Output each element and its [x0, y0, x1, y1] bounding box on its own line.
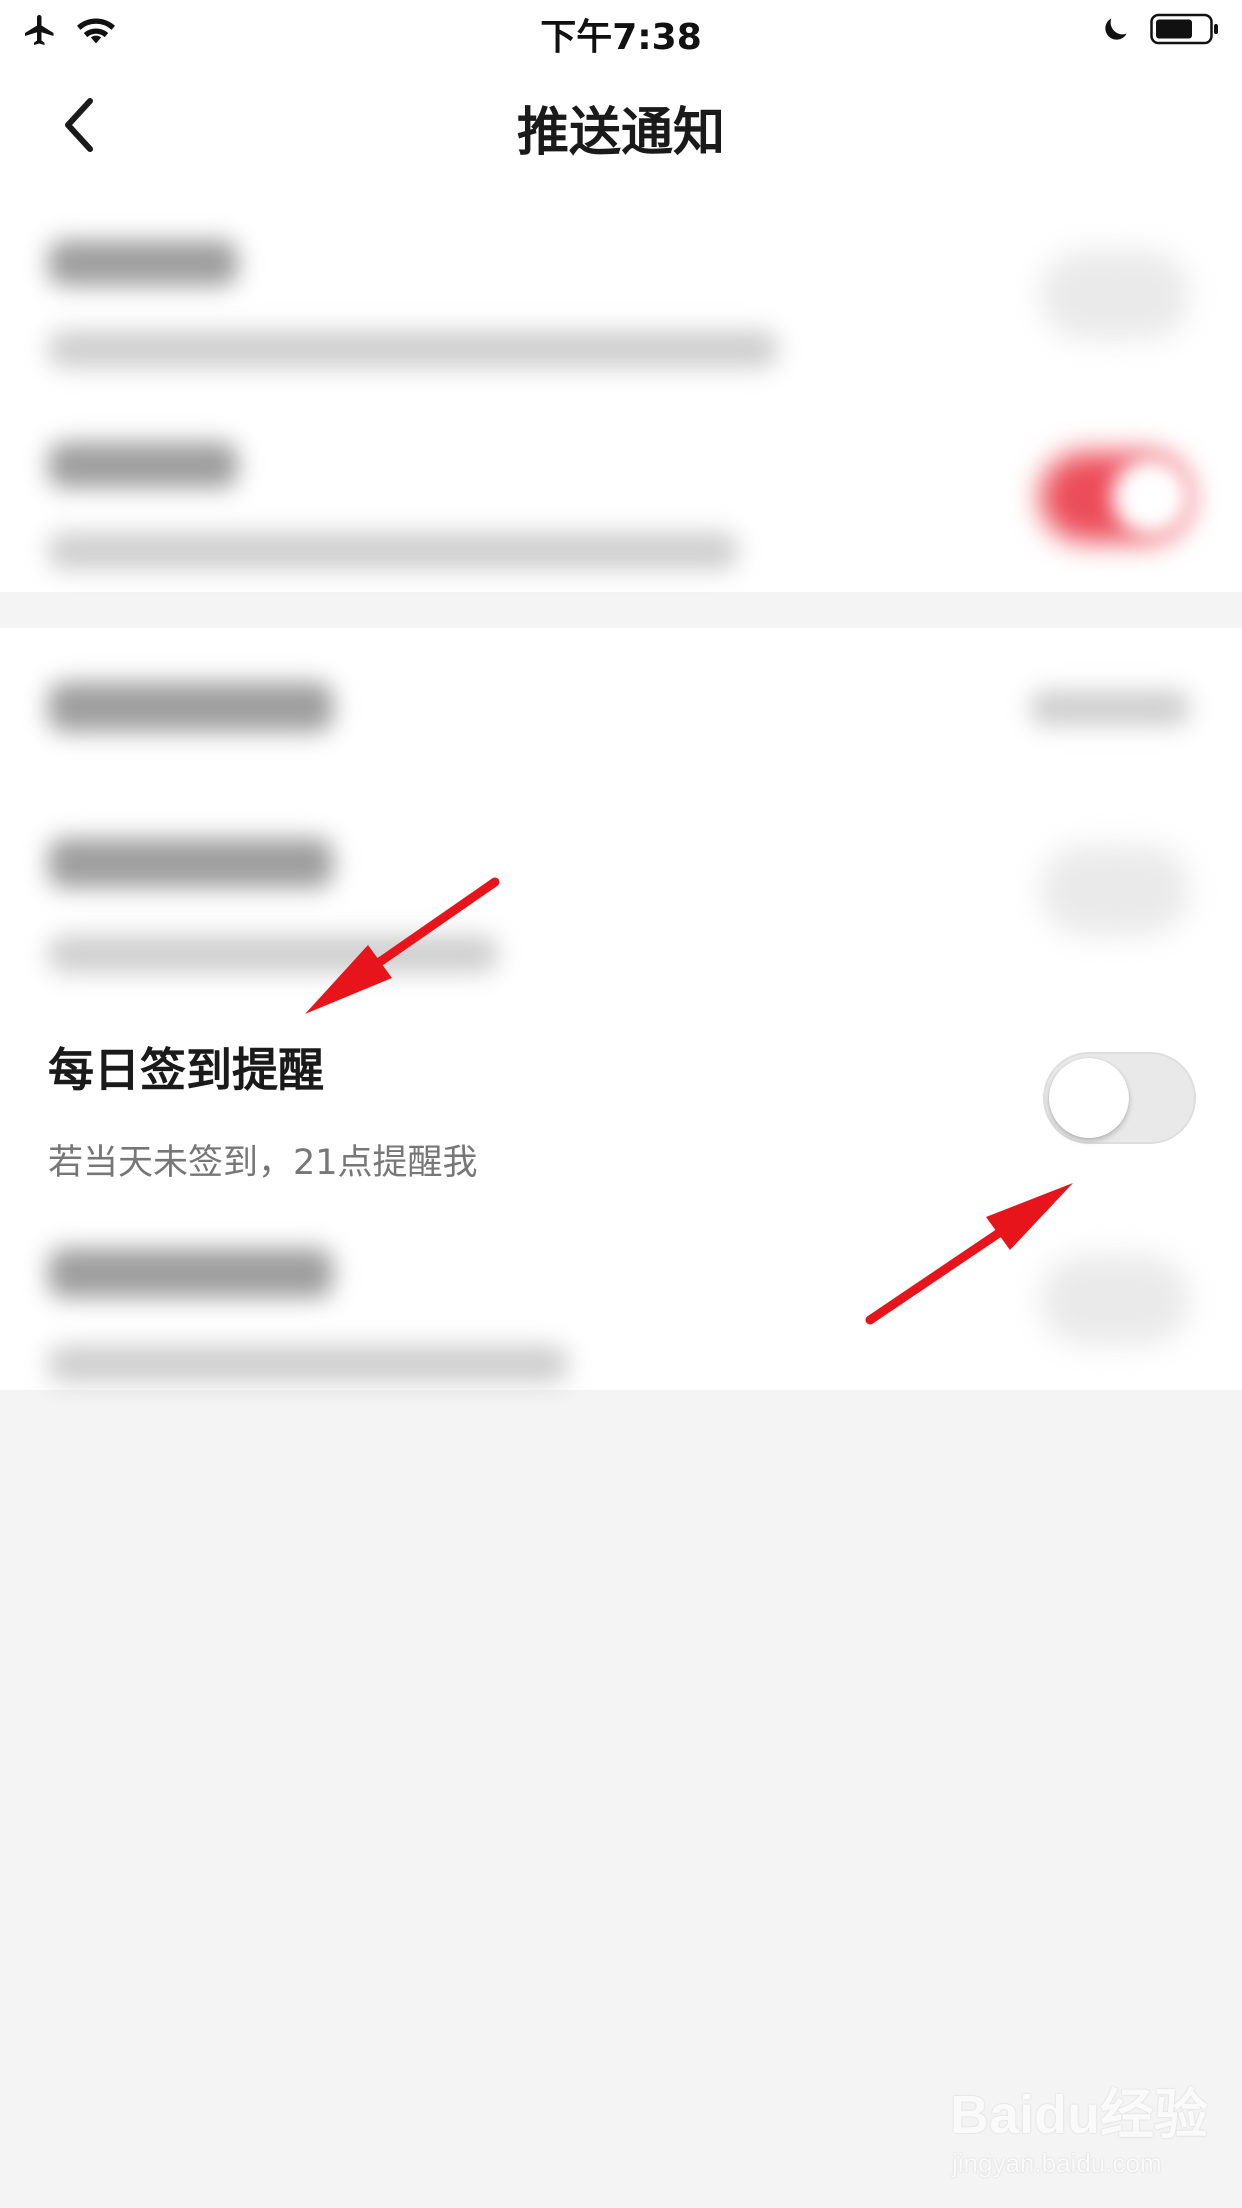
watermark-url: jingyan.baidu.com — [952, 2148, 1162, 2178]
status-time: 下午7:38 — [540, 17, 702, 58]
daily-checkin-title: 每日签到提醒 — [48, 1043, 324, 1097]
baidu-jingyan-watermark: Baidu经验 jingyan.baidu.com — [950, 2070, 1230, 2190]
nav-bar: 推送通知 — [0, 62, 1242, 192]
toggle-knob — [1049, 1058, 1129, 1138]
settings-list — [0, 192, 1242, 1390]
status-right-icons — [1100, 12, 1220, 50]
daily-checkin-subtitle: 若当天未签到，21点提醒我 — [48, 1143, 478, 1183]
moon-icon — [1100, 13, 1132, 49]
watermark-logo: Baidu经验 — [950, 2085, 1209, 2145]
section-divider — [0, 592, 1242, 628]
page-title: 推送通知 — [516, 103, 725, 163]
battery-icon — [1150, 12, 1220, 50]
status-bar: 下午7:38 — [0, 0, 1242, 62]
daily-checkin-toggle[interactable] — [1043, 1052, 1196, 1144]
